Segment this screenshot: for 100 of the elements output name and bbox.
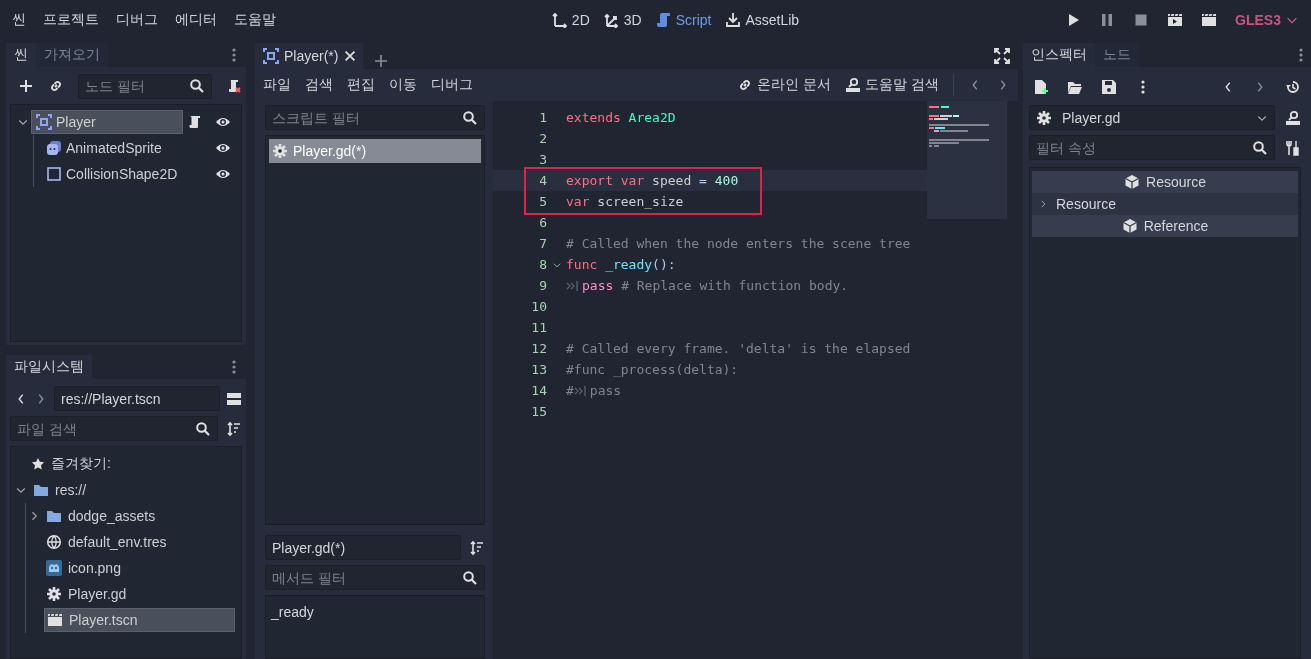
clapperboard-play-icon[interactable]	[1167, 12, 1184, 28]
menu-item[interactable]: 프로젝트	[43, 11, 99, 29]
file-name: default_env.tres	[68, 534, 167, 550]
line-number: 7	[538, 236, 547, 251]
search-field[interactable]: 파일 검색	[10, 416, 218, 441]
code-text: export var speed = 400	[566, 173, 739, 188]
star-icon	[31, 457, 45, 471]
doc-search-icon[interactable]	[1285, 109, 1301, 126]
favorites-label: 즐겨찾기:	[51, 455, 111, 473]
new-resource-icon[interactable]	[1033, 78, 1049, 95]
line-number: 14	[530, 383, 547, 398]
renderer-dropdown[interactable]: GLES3	[1235, 12, 1299, 28]
code-text: # Called when the node enters the scene tree	[566, 236, 911, 251]
path-field[interactable]: res://Player.tscn	[54, 386, 220, 411]
toolbar-link[interactable]: 온라인 문서	[737, 76, 832, 94]
dock-tab[interactable]: 파일시스템	[6, 355, 92, 379]
tree-item[interactable]: CollisionShape2D	[42, 162, 182, 186]
line-number: 5	[538, 194, 547, 209]
add-node-icon[interactable]	[18, 78, 34, 94]
search-field[interactable]: 노드 필터	[78, 73, 212, 99]
search-field[interactable]: 메서드 필터	[265, 565, 485, 590]
dock-tab[interactable]: 가져오기	[36, 43, 108, 67]
menu-item[interactable]: 씬	[12, 11, 26, 29]
workspace-tab[interactable]: Script	[655, 12, 712, 28]
workspace-tab[interactable]: AssetLib	[725, 12, 800, 28]
doc-search-icon	[845, 77, 862, 93]
search-icon	[462, 569, 478, 586]
workspace-tab[interactable]: 2D	[551, 12, 590, 28]
stop-icon[interactable]	[1133, 12, 1150, 28]
sort-icon[interactable]	[226, 420, 242, 437]
split-layout-icon[interactable]	[226, 390, 242, 407]
close-icon[interactable]	[343, 49, 358, 63]
line-number: 13	[530, 362, 547, 377]
dock-tab[interactable]: 씬	[6, 43, 36, 67]
current-script-field: Player.gd(*)	[265, 535, 461, 560]
menu-item[interactable]: 이동	[389, 76, 417, 94]
tree-item[interactable]: Player	[31, 110, 183, 134]
area-node-icon	[263, 48, 279, 64]
cube-icon	[1121, 218, 1138, 234]
code-text: pass # Replace with function body.	[582, 278, 849, 293]
gear-icon	[272, 143, 288, 159]
menu-item[interactable]: 편집	[347, 76, 375, 94]
file-name: res://	[55, 482, 87, 498]
line-number: 1	[538, 110, 547, 125]
file-name: icon.png	[68, 560, 121, 576]
file-item[interactable]: Player.gd	[44, 582, 235, 606]
code-text: pass	[589, 383, 622, 398]
menu-item[interactable]: 디버그	[431, 76, 473, 94]
square-node-icon	[46, 166, 62, 182]
file-item[interactable]: default_env.tres	[44, 530, 235, 554]
tools-icon[interactable]	[1285, 139, 1301, 156]
menu-item[interactable]: 디버그	[116, 11, 158, 29]
file-item[interactable]: icon.png	[44, 556, 235, 580]
toolbar-link[interactable]: 도움말 검색	[845, 76, 939, 94]
save-icon[interactable]	[1101, 78, 1117, 95]
history-icon[interactable]	[1285, 78, 1301, 95]
file-item[interactable]: res://	[31, 478, 235, 502]
search-field[interactable]: 스크립트 필터	[265, 105, 485, 130]
fullscreen-icon[interactable]	[994, 48, 1010, 64]
line-number: 3	[538, 152, 547, 167]
folder-icon	[46, 508, 62, 524]
menu-item[interactable]: 에디터	[175, 11, 217, 29]
line-number: 15	[530, 404, 547, 419]
remove-script-icon[interactable]	[226, 78, 242, 94]
dock-tab[interactable]: 노드	[1095, 43, 1139, 67]
axis-2d-icon	[551, 12, 568, 28]
menu-item[interactable]: 도움말	[234, 11, 276, 29]
line-number: 12	[530, 341, 547, 356]
image-file-icon	[46, 560, 62, 576]
gear-icon	[46, 586, 62, 602]
search-field[interactable]: 필터 속성	[1029, 135, 1275, 160]
clapperboard-icon[interactable]	[1201, 12, 1218, 28]
file-item[interactable]: Player.tscn	[44, 608, 235, 632]
line-number: 11	[530, 320, 547, 335]
clapperboard-icon	[47, 612, 63, 628]
search-icon	[462, 109, 478, 126]
link-icon[interactable]	[48, 78, 64, 94]
tree-item[interactable]: AnimatedSprite	[42, 136, 166, 160]
script-scroll-icon	[655, 12, 672, 28]
scene-tab[interactable]: Player(*)	[255, 43, 364, 69]
download-icon	[725, 12, 742, 28]
search-icon	[189, 78, 205, 94]
menu-item[interactable]: 검색	[305, 76, 333, 94]
sort-icon[interactable]	[469, 539, 485, 556]
line-number: 2	[538, 131, 547, 146]
new-tab-icon[interactable]	[373, 53, 390, 69]
property-group[interactable]: Resource	[1032, 193, 1298, 215]
node-name: AnimatedSprite	[66, 140, 162, 156]
file-item[interactable]: dodge_assets	[44, 504, 235, 528]
category-header: Reference	[1032, 215, 1298, 237]
line-number: 9	[538, 278, 547, 293]
script-icon[interactable]	[187, 114, 203, 130]
code-text: #func _process(delta):	[566, 362, 739, 377]
resource-dropdown[interactable]: Player.gd	[1029, 105, 1275, 130]
line-number: 10	[530, 299, 547, 314]
menu-item[interactable]: 파일	[263, 76, 291, 94]
file-name: Player.gd	[68, 586, 127, 602]
dock-tab[interactable]: 인스펙터	[1023, 43, 1095, 67]
workspace-tab[interactable]: 3D	[603, 12, 642, 28]
gear-icon	[1036, 109, 1052, 126]
